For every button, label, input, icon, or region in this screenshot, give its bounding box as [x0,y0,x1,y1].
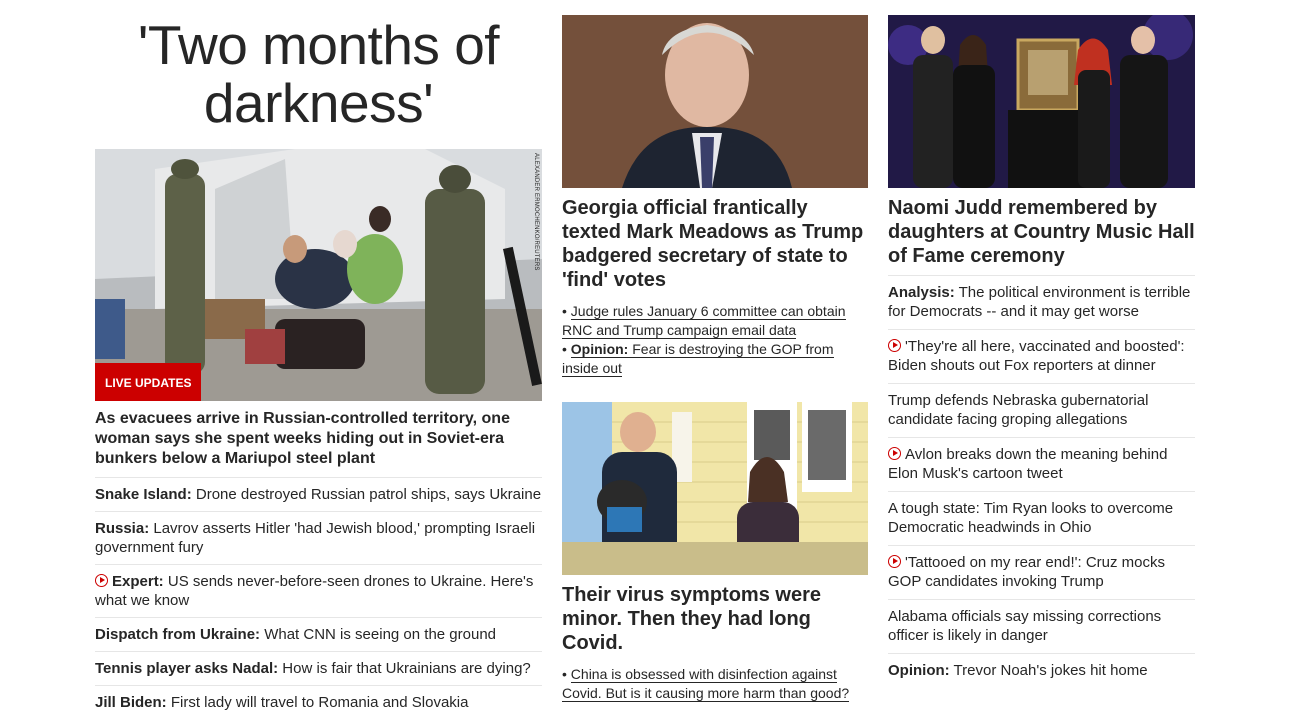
item-text: Avlon breaks down the meaning behind Elo… [888,446,1168,482]
item-text: Trump defends Nebraska gubernatorial can… [888,392,1149,428]
item-text: First lady will travel to Romania and Sl… [166,694,469,711]
item-label: Jill Biden: [95,694,167,711]
item-text: A tough state: Tim Ryan looks to overcom… [888,500,1174,536]
item-label: Expert: [112,573,164,590]
video-play-icon [888,555,901,568]
item-text: Drone destroyed Russian patrol ships, sa… [191,486,542,503]
judd-photo[interactable] [888,15,1195,188]
item-text: What CNN is seeing on the ground [260,626,497,643]
item-text: How is fair that Ukrainians are dying? [278,660,531,677]
sub-link-text: Judge rules January 6 committee can obta… [562,303,846,339]
list-item[interactable]: Alabama officials say missing correction… [888,600,1195,654]
sub-link-label: Opinion: [570,341,629,357]
item-text: 'They're all here, vaccinated and booste… [888,338,1185,374]
item-text: 'Tattooed on my rear end!': Cruz mocks G… [888,554,1166,590]
story-headline[interactable]: Their virus symptoms were minor. Then th… [562,583,868,655]
sub-link-text: China is obsessed with disinfection agai… [562,666,850,702]
story-headline[interactable]: Naomi Judd remembered by daughters at Co… [888,196,1195,268]
item-label: Dispatch from Ukraine: [95,626,261,643]
list-item[interactable]: 'They're all here, vaccinated and booste… [888,330,1195,384]
item-label: Tennis player asks Nadal: [95,660,279,677]
middle-column: Georgia official frantically texted Mark… [562,0,868,703]
list-item[interactable]: 'Tattooed on my rear end!': Cruz mocks G… [888,546,1195,600]
item-label: Russia: [95,520,150,537]
item-text: Alabama officials say missing correction… [888,608,1162,644]
item-text: Lavrov asserts Hitler 'had Jewish blood,… [95,520,536,556]
live-updates-badge[interactable]: LIVE UPDATES [95,363,202,401]
list-item[interactable]: Jill Biden: First lady will travel to Ro… [95,686,542,719]
list-item[interactable]: Opinion: Trevor Noah's jokes hit home [888,654,1195,688]
lead-photo[interactable]: ALEXANDER ERMOCHENKO/REUTERS LIVE UPDATE… [95,149,542,401]
item-label: Opinion: [888,662,950,679]
list-item[interactable]: Snake Island: Drone destroyed Russian pa… [95,478,542,512]
related-list: Snake Island: Drone destroyed Russian pa… [95,477,542,719]
sub-link[interactable]: • Opinion: Fear is destroying the GOP fr… [562,340,868,378]
video-play-icon [888,339,901,352]
list-item[interactable]: Dispatch from Ukraine: What CNN is seein… [95,618,542,652]
list-item[interactable]: A tough state: Tim Ryan looks to overcom… [888,492,1195,546]
item-label: Analysis: [888,284,955,301]
video-play-icon [888,447,901,460]
photo-credit: ALEXANDER ERMOCHENKO/REUTERS [533,153,539,271]
lead-summary[interactable]: As evacuees arrive in Russian-controlled… [95,409,542,469]
lead-headline[interactable]: 'Two months of darkness' [95,16,542,132]
sub-link[interactable]: • China is obsessed with disinfection ag… [562,665,868,703]
list-item[interactable]: Expert: US sends never-before-seen drone… [95,565,542,618]
related-list: Analysis: The political environment is t… [888,275,1195,688]
covid-photo[interactable] [562,402,868,575]
item-text: Trevor Noah's jokes hit home [949,662,1148,679]
lead-story-column: 'Two months of darkness' ALEXANDER ERMOC… [95,0,542,719]
list-item[interactable]: Trump defends Nebraska gubernatorial can… [888,384,1195,438]
list-item[interactable]: Analysis: The political environment is t… [888,276,1195,330]
sub-link[interactable]: • Judge rules January 6 committee can ob… [562,302,868,340]
list-item[interactable]: Tennis player asks Nadal: How is fair th… [95,652,542,686]
right-column: Naomi Judd remembered by daughters at Co… [888,0,1195,688]
list-item[interactable]: Avlon breaks down the meaning behind Elo… [888,438,1195,492]
meadows-photo[interactable] [562,15,868,188]
video-play-icon [95,574,108,587]
list-item[interactable]: Russia: Lavrov asserts Hitler 'had Jewis… [95,512,542,565]
story-headline[interactable]: Georgia official frantically texted Mark… [562,196,868,292]
item-label: Snake Island: [95,486,192,503]
